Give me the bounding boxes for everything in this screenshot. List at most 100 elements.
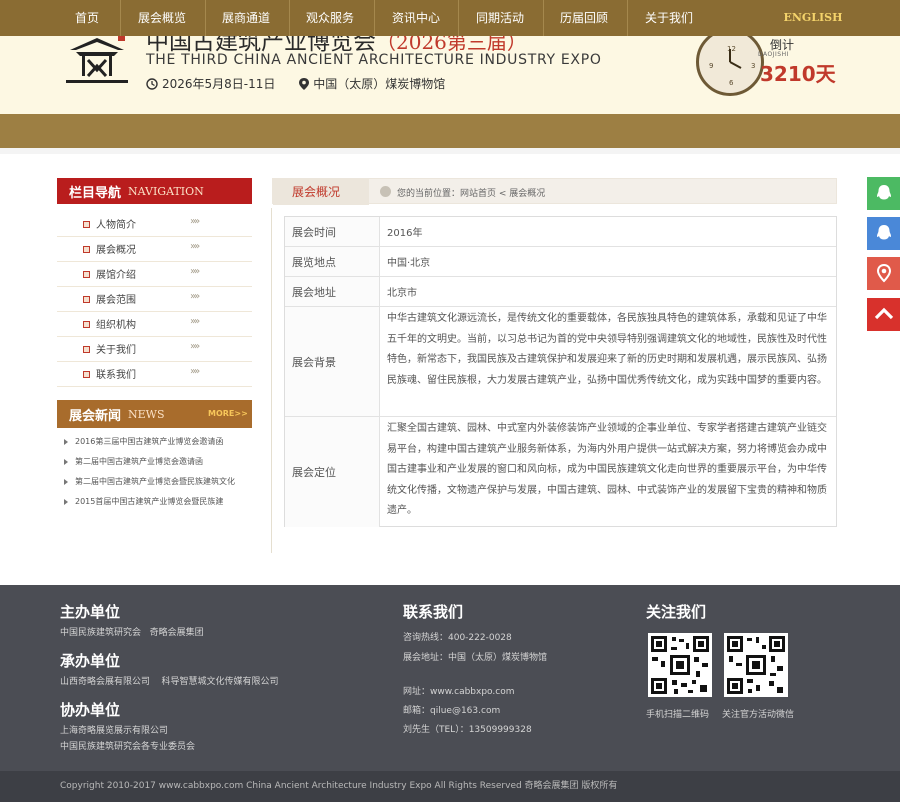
news-item[interactable]: 第二届中国古建筑产业博览会暨民族建筑文化 [60, 473, 255, 493]
news-item[interactable]: 2015首届中国古建筑产业博览会暨民族建 [60, 493, 255, 513]
copyright-bar: Copyright 2010-2017 www.cabbxpo.com Chin… [0, 771, 900, 802]
bullet-icon [83, 346, 90, 353]
qr1-caption: 手机扫描二维码 [646, 710, 710, 720]
footer-address: 展会地址：中国（太原）煤炭博物馆 [403, 653, 548, 663]
content-title: 展会概况 [273, 179, 369, 205]
footer-co-item: 中国民族建筑研究会各专业委员会 [60, 742, 196, 752]
footer-email[interactable]: 邮箱：qilue@163.com [403, 703, 547, 719]
sidebar-item-about[interactable]: 关于我们 »» [57, 337, 252, 362]
sidebar-item-scope[interactable]: 展会范围 »» [57, 287, 252, 312]
nav-item-history[interactable]: 历届回顾 [550, 0, 618, 36]
footer-organizer-section: 承办单位 山西奇略会展有限公司 科导智慧城文化传媒有限公司 [60, 650, 278, 690]
countdown-clock-icon: 12 6 9 3 [696, 36, 764, 96]
news-item-title: 2015首届中国古建筑产业博览会暨民族建 [75, 497, 224, 506]
footer-host-item: 奇略会展集团 [149, 628, 204, 638]
sidebar-item-contact[interactable]: 联系我们 »» [57, 362, 252, 387]
breadcrumb: 您的当前位置：网站首页 < 展会概况 [397, 189, 546, 199]
triangle-bullet-icon [64, 479, 68, 485]
nav-divider [458, 0, 459, 36]
table-row: 展会背景 中华古建筑文化源远流长，是传统文化的重要载体，各民族独具特色的建筑体系… [285, 307, 836, 417]
footer-co-title: 协办单位 [60, 701, 121, 719]
qr-code-icon [724, 633, 788, 697]
column-divider [271, 208, 272, 553]
map-location-button[interactable] [867, 257, 900, 290]
double-chevron-icon: »» [190, 241, 200, 252]
triangle-bullet-icon [64, 459, 68, 465]
nav-item-visitor[interactable]: 观众服务 [296, 0, 364, 36]
row-value: 中华古建筑文化源远流长，是传统文化的重要载体，各民族独具特色的建筑体系，承载和见… [387, 313, 827, 386]
sidebar-item-organization[interactable]: 组织机构 »» [57, 312, 252, 337]
news-item-title: 第二届中国古建筑产业博览会暨民族建筑文化 [75, 477, 235, 486]
row-label: 展览地点 [285, 247, 380, 276]
bullet-icon [83, 371, 90, 378]
footer-organizer-item: 科导智慧城文化传媒有限公司 [161, 677, 279, 687]
back-to-top-icon [874, 307, 893, 320]
nav-item-overview[interactable]: 展会概览 [128, 0, 196, 36]
english-link[interactable]: ENGLISH [780, 0, 846, 36]
table-row: 展览地点 中国·北京 [285, 247, 836, 277]
news-title: 展会新闻 [69, 409, 122, 424]
footer-hotline: 咨询热线：400-222-0028 [403, 633, 512, 643]
row-label: 展会定位 [285, 417, 380, 527]
news-item[interactable]: 第二届中国古建筑产业博览会邀请函 [60, 453, 255, 473]
nav-item-home[interactable]: 首页 [58, 0, 116, 36]
header-band [0, 114, 900, 148]
nav-item-about[interactable]: 关于我们 [634, 0, 704, 36]
nav-item-news[interactable]: 资讯中心 [382, 0, 450, 36]
back-to-top-button[interactable] [867, 298, 900, 331]
nav-divider [374, 0, 375, 36]
footer-website[interactable]: 网址：www.cabbxpo.com [403, 684, 547, 700]
footer-co-section: 协办单位 上海奇略展览展示有限公司 中国民族建筑研究会各专业委员会 [60, 699, 195, 755]
sidebar-item-label: 展会范围 [96, 295, 136, 306]
footer-organizer-item: 山西奇略会展有限公司 [60, 677, 151, 687]
news-item-title: 第二届中国古建筑产业博览会邀请函 [75, 457, 203, 466]
double-chevron-icon: »» [190, 341, 200, 352]
news-item[interactable]: 2016第三届中国古建筑产业博览会邀请函 [60, 433, 255, 453]
logo-icon[interactable] [62, 36, 132, 88]
sidebar-nav-title: 栏目导航 [69, 186, 122, 201]
qq-consult-button[interactable] [867, 177, 900, 210]
row-label: 展会时间 [285, 217, 380, 246]
breadcrumb-arrow-icon [380, 186, 391, 197]
sidebar-item-profile[interactable]: 人物简介 »» [57, 212, 252, 237]
row-value: 2016年 [387, 228, 423, 239]
sidebar-item-label: 展馆介绍 [96, 270, 136, 281]
footer-contact-person: 刘先生（TEL）：13509999328 [403, 725, 532, 735]
double-chevron-icon: »» [190, 366, 200, 377]
footer-host-title: 主办单位 [60, 603, 121, 621]
row-value: 汇聚全国古建筑、园林、中式室内外装修装饰产业领域的企事业单位、专家学者搭建古建筑… [387, 423, 827, 516]
sidebar-item-overview[interactable]: 展会概况 »» [57, 237, 252, 262]
bullet-icon [83, 246, 90, 253]
bullet-icon [83, 296, 90, 303]
nav-item-events[interactable]: 同期活动 [466, 0, 534, 36]
content-title-bar: 展会概况 您的当前位置：网站首页 < 展会概况 [272, 178, 837, 205]
sidebar-item-label: 组织机构 [96, 320, 136, 331]
nav-item-exhibitor[interactable]: 展商通道 [212, 0, 280, 36]
footer-co-item: 上海奇略展览展示有限公司 [60, 726, 169, 736]
footer-host-item: 中国民族建筑研究会 [60, 628, 142, 638]
double-chevron-icon: »» [190, 316, 200, 327]
qr-code-icon [648, 633, 712, 697]
nav-divider [627, 0, 628, 36]
bullet-icon [83, 321, 90, 328]
table-row: 展会定位 汇聚全国古建筑、园林、中式室内外装修装饰产业领域的企事业单位、专家学者… [285, 417, 836, 527]
row-value: 中国·北京 [387, 258, 431, 269]
bullet-icon [83, 271, 90, 278]
news-header: 展会新闻 NEWS MORE>> [57, 400, 252, 428]
nav-divider [289, 0, 290, 36]
countdown-days: 3210天 [760, 62, 836, 86]
footer-organizer-title: 承办单位 [60, 652, 121, 670]
expo-date: 2026年5月8日-11日 [162, 77, 276, 91]
news-more-link[interactable]: MORE>> [208, 409, 248, 418]
sidebar-nav-header: 栏目导航 NAVIGATION [57, 178, 252, 204]
top-nav: 首页 展会概览 展商通道 观众服务 资讯中心 同期活动 历届回顾 关于我们 EN… [0, 0, 900, 36]
qq-icon [876, 185, 891, 200]
qq-service-button[interactable] [867, 217, 900, 250]
sidebar-item-label: 人物简介 [96, 220, 136, 231]
table-row: 展会地址 北京市 [285, 277, 836, 307]
sidebar-item-label: 联系我们 [96, 370, 136, 381]
news-title-en: NEWS [128, 408, 165, 421]
triangle-bullet-icon [64, 499, 68, 505]
sidebar-item-venue[interactable]: 展馆介绍 »» [57, 262, 252, 287]
row-label: 展会地址 [285, 277, 380, 306]
